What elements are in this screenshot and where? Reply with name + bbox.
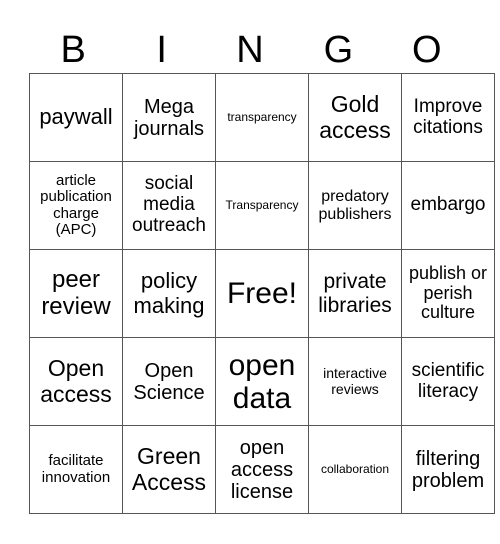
bingo-row: facilitate innovation Green Access open ac… [29, 425, 495, 514]
header-letter-i: I [156, 29, 167, 71]
bingo-cell[interactable]: Transparency [215, 161, 309, 250]
bingo-cell[interactable]: Improve citations [401, 73, 495, 162]
bingo-row: peer review policy making Free! private lib… [29, 249, 495, 338]
bingo-cell[interactable]: Green Access [122, 425, 216, 514]
bingo-cell[interactable]: facilitate innovation [29, 425, 123, 514]
bingo-cell[interactable]: collaboration [308, 425, 402, 514]
bingo-cell[interactable]: Open Science [122, 337, 216, 426]
bingo-cell[interactable]: Gold access [308, 73, 402, 162]
bingo-row: article publication charge (APC) social m… [29, 161, 495, 250]
bingo-cell[interactable]: transparency [215, 73, 309, 162]
bingo-cell[interactable]: article publication charge (APC) [29, 161, 123, 250]
bingo-row: paywall Mega journals transparency Gold acc… [29, 73, 495, 162]
bingo-cell[interactable]: publish or perish culture [401, 249, 495, 338]
bingo-cell[interactable]: private libraries [308, 249, 402, 338]
bingo-cell[interactable]: open data [215, 337, 309, 426]
bingo-cell[interactable]: interactive reviews [308, 337, 402, 426]
bingo-cell[interactable]: Mega journals [122, 73, 216, 162]
bingo-cell[interactable]: social media outreach [122, 161, 216, 250]
bingo-cell[interactable]: scientific literacy [401, 337, 495, 426]
bingo-cell[interactable]: peer review [29, 249, 123, 338]
bingo-cell[interactable]: open access license [215, 425, 309, 514]
free-space-cell[interactable]: Free! [215, 249, 309, 338]
bingo-cell[interactable]: filtering problem [401, 425, 495, 514]
bingo-cell[interactable]: predatory publishers [308, 161, 402, 250]
bingo-row: Open access Open Science open data interact… [29, 337, 495, 426]
bingo-cell[interactable]: policy making [122, 249, 216, 338]
bingo-card: paywall Mega journals transparency Gold acc… [29, 73, 495, 514]
header-letter-n: N [236, 29, 264, 71]
bingo-cell[interactable]: paywall [29, 73, 123, 162]
header-letter-o: O [412, 29, 442, 71]
bingo-cell[interactable]: Open access [29, 337, 123, 426]
header-letter-b: B [60, 29, 86, 71]
bingo-cell[interactable]: embargo [401, 161, 495, 250]
header-letter-g: G [323, 29, 354, 71]
bingo-header: B I N G O [29, 28, 471, 73]
